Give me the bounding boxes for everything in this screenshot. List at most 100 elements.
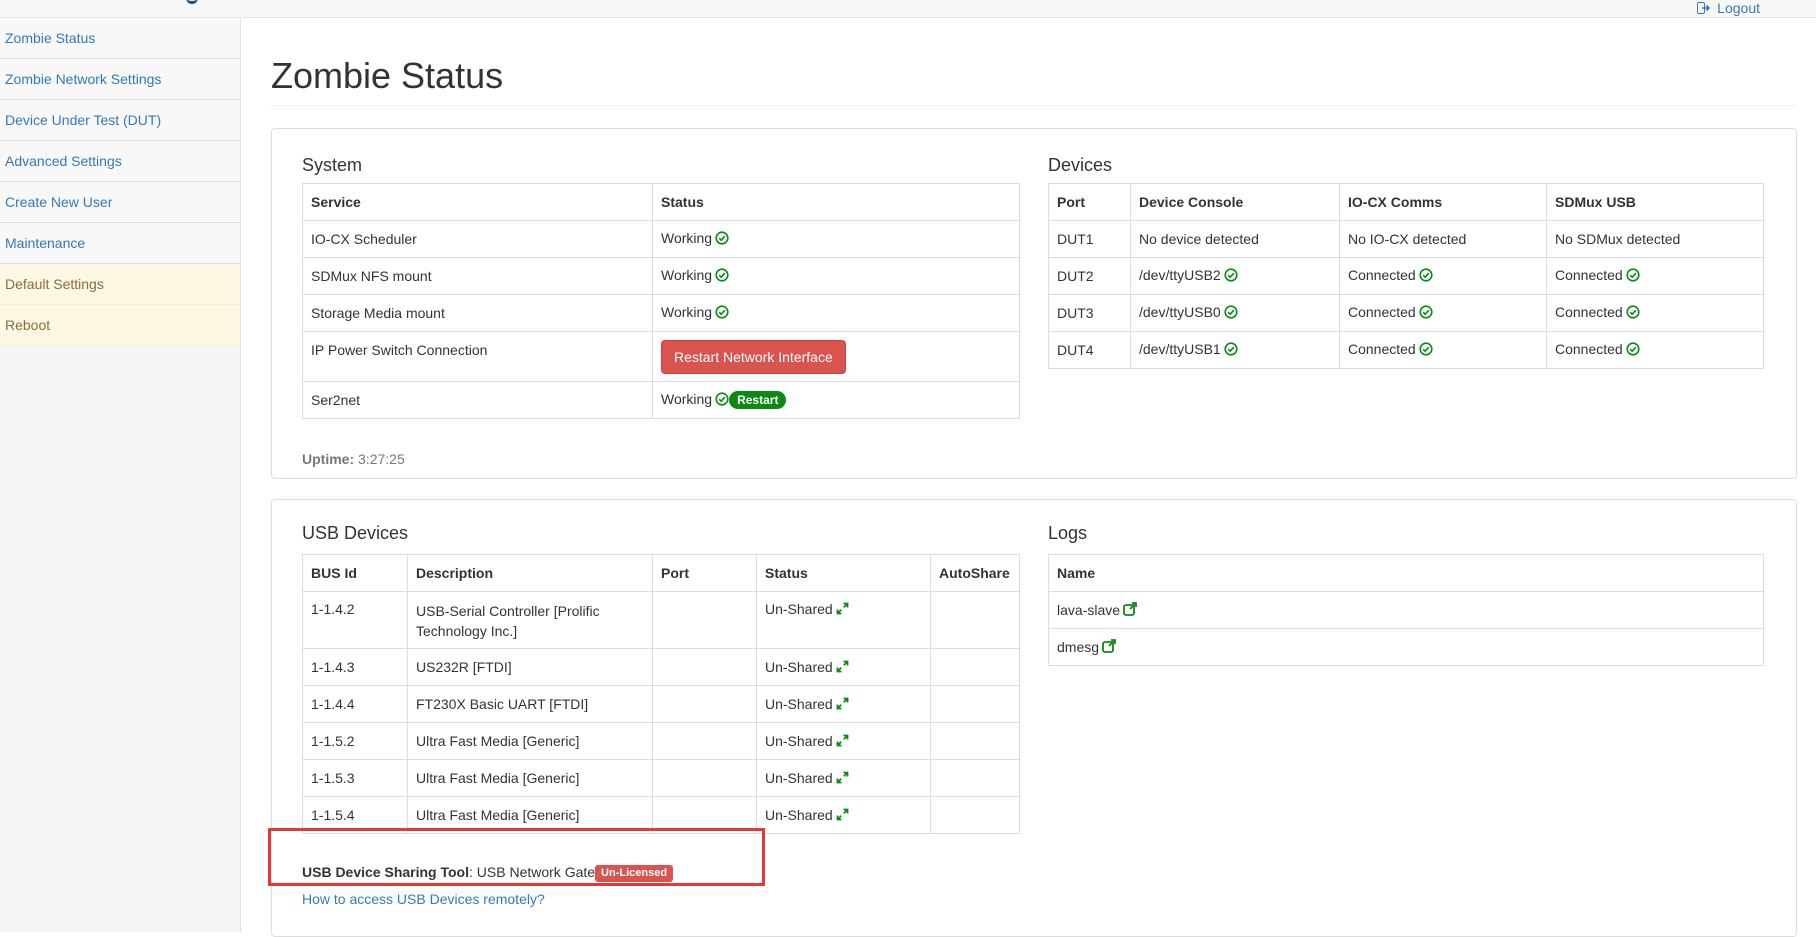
- sidebar-item-advanced-settings[interactable]: Advanced Settings: [0, 141, 240, 182]
- log-link[interactable]: dmesg: [1057, 639, 1099, 655]
- external-link-icon[interactable]: [1123, 601, 1137, 619]
- status-text: Un-Shared: [765, 601, 833, 617]
- share-expand-icon[interactable]: [836, 734, 849, 750]
- description-cell: Ultra Fast Media [Generic]: [407, 722, 653, 760]
- iocx-text: Connected: [1348, 267, 1416, 283]
- sidebar-item-zombie-status[interactable]: Zombie Status: [0, 18, 240, 59]
- column-header: IO-CX Comms: [1339, 183, 1547, 221]
- usb-tool-value: : USB Network Gate: [469, 864, 596, 880]
- usb-devices-table: BUS Id Description Port Status AutoShare…: [302, 554, 1020, 834]
- log-link[interactable]: lava-slave: [1057, 602, 1120, 618]
- logout-link[interactable]: Logout: [1697, 0, 1760, 16]
- check-circle-icon: [1419, 268, 1433, 285]
- port-cell: [652, 685, 757, 723]
- port-cell: [652, 722, 757, 760]
- check-circle-icon: [715, 268, 729, 285]
- usb-logs-panel: USB Devices BUS Id Description Port Stat…: [271, 499, 1797, 937]
- share-expand-icon[interactable]: [836, 697, 849, 713]
- status-cell: Un-Shared: [756, 796, 931, 834]
- status-cell: Un-Shared: [756, 591, 931, 649]
- sdmux-cell: Connected: [1546, 331, 1764, 369]
- port-cell: [652, 648, 757, 686]
- column-header: BUS Id: [302, 554, 408, 592]
- autoshare-cell[interactable]: [930, 648, 1020, 686]
- usb-devices-heading: USB Devices: [302, 523, 409, 543]
- unlicensed-badge: Un-Licensed: [595, 865, 674, 882]
- check-circle-icon: [715, 231, 729, 248]
- status-text: Working: [661, 304, 713, 320]
- howto-usb-remote-link[interactable]: How to access USB Devices remotely?: [302, 891, 545, 907]
- iocx-cell: Connected: [1339, 331, 1547, 369]
- page-title: Zombie Status: [271, 55, 504, 96]
- service-name: Storage Media mount: [302, 294, 653, 332]
- iocx-cell: No IO-CX detected: [1339, 220, 1547, 258]
- table-row: IO-CX Scheduler Working: [302, 220, 1020, 258]
- system-section: System Service Status IO-CX Scheduler Wo…: [302, 155, 1020, 419]
- port-cell: DUT2: [1048, 257, 1131, 295]
- status-text: Un-Shared: [765, 769, 833, 786]
- sdmux-cell: Connected: [1546, 294, 1764, 332]
- service-status: Working Restart: [652, 381, 1020, 419]
- console-text: /dev/ttyUSB0: [1139, 304, 1221, 320]
- table-row: 1-1.4.4 FT230X Basic UART [FTDI] Un-Shar…: [302, 685, 1020, 723]
- service-name: Ser2net: [302, 381, 653, 419]
- autoshare-cell[interactable]: [930, 722, 1020, 760]
- bus-id-cell: 1-1.4.2: [302, 591, 408, 649]
- logs-heading: Logs: [1048, 523, 1088, 543]
- console-cell: /dev/ttyUSB1: [1130, 331, 1340, 369]
- table-header-row: BUS Id Description Port Status AutoShare: [302, 554, 1020, 592]
- service-status: Working: [652, 220, 1020, 258]
- description-cell: US232R [FTDI]: [407, 648, 653, 686]
- top-navbar: Logout: [0, 0, 1816, 18]
- title-divider: [271, 105, 1797, 106]
- check-circle-icon: [1224, 268, 1238, 285]
- sdmux-cell: Connected: [1546, 257, 1764, 295]
- table-row: SDMux NFS mount Working: [302, 257, 1020, 295]
- share-expand-icon[interactable]: [836, 602, 849, 618]
- status-text: Un-Shared: [765, 732, 833, 749]
- console-cell: /dev/ttyUSB0: [1130, 294, 1340, 332]
- check-circle-icon: [1224, 305, 1238, 322]
- port-cell: DUT3: [1048, 294, 1131, 332]
- description-cell: FT230X Basic UART [FTDI]: [407, 685, 653, 723]
- logs-table: Name lava-slave dmesg: [1048, 554, 1764, 666]
- ser2net-restart-button[interactable]: Restart: [729, 391, 787, 409]
- status-text: Working: [661, 230, 713, 246]
- restart-network-interface-button[interactable]: Restart Network Interface: [661, 339, 846, 374]
- column-header: Status: [756, 554, 931, 592]
- table-row: Storage Media mount Working: [302, 294, 1020, 332]
- iocx-cell: Connected: [1339, 294, 1547, 332]
- port-cell: [652, 759, 757, 797]
- console-cell: /dev/ttyUSB2: [1130, 257, 1340, 295]
- sidebar-item-create-new-user[interactable]: Create New User: [0, 182, 240, 223]
- check-circle-icon: [1419, 342, 1433, 359]
- autoshare-cell[interactable]: [930, 685, 1020, 723]
- sidebar-item-reboot[interactable]: Reboot: [0, 305, 240, 346]
- share-expand-icon[interactable]: [836, 660, 849, 676]
- sidebar-item-default-settings[interactable]: Default Settings: [0, 264, 240, 305]
- share-expand-icon[interactable]: [836, 808, 849, 824]
- description-cell: Ultra Fast Media [Generic]: [407, 759, 653, 797]
- share-expand-icon[interactable]: [836, 771, 849, 787]
- sidebar-item-zombie-network-settings[interactable]: Zombie Network Settings: [0, 59, 240, 100]
- iocx-text: Connected: [1348, 304, 1416, 320]
- service-status: Restart Network Interface: [652, 331, 1020, 382]
- port-cell: DUT1: [1048, 220, 1131, 258]
- console-text: /dev/ttyUSB2: [1139, 267, 1221, 283]
- autoshare-cell[interactable]: [930, 591, 1020, 649]
- autoshare-cell[interactable]: [930, 759, 1020, 797]
- log-name-cell: lava-slave: [1048, 591, 1764, 629]
- sidebar-item-maintenance[interactable]: Maintenance: [0, 223, 240, 264]
- usb-tool-label: USB Device Sharing Tool: [302, 864, 469, 880]
- service-name: SDMux NFS mount: [302, 257, 653, 295]
- check-circle-icon: [1419, 305, 1433, 322]
- external-link-icon[interactable]: [1102, 638, 1116, 656]
- service-status: Working: [652, 294, 1020, 332]
- table-header-row: Name: [1048, 554, 1764, 592]
- column-header: Name: [1048, 554, 1764, 592]
- autoshare-cell[interactable]: [930, 796, 1020, 834]
- uptime-label: Uptime:: [302, 451, 355, 467]
- service-status: Working: [652, 257, 1020, 295]
- sidebar-item-device-under-test[interactable]: Device Under Test (DUT): [0, 100, 240, 141]
- iocx-text: Connected: [1348, 341, 1416, 357]
